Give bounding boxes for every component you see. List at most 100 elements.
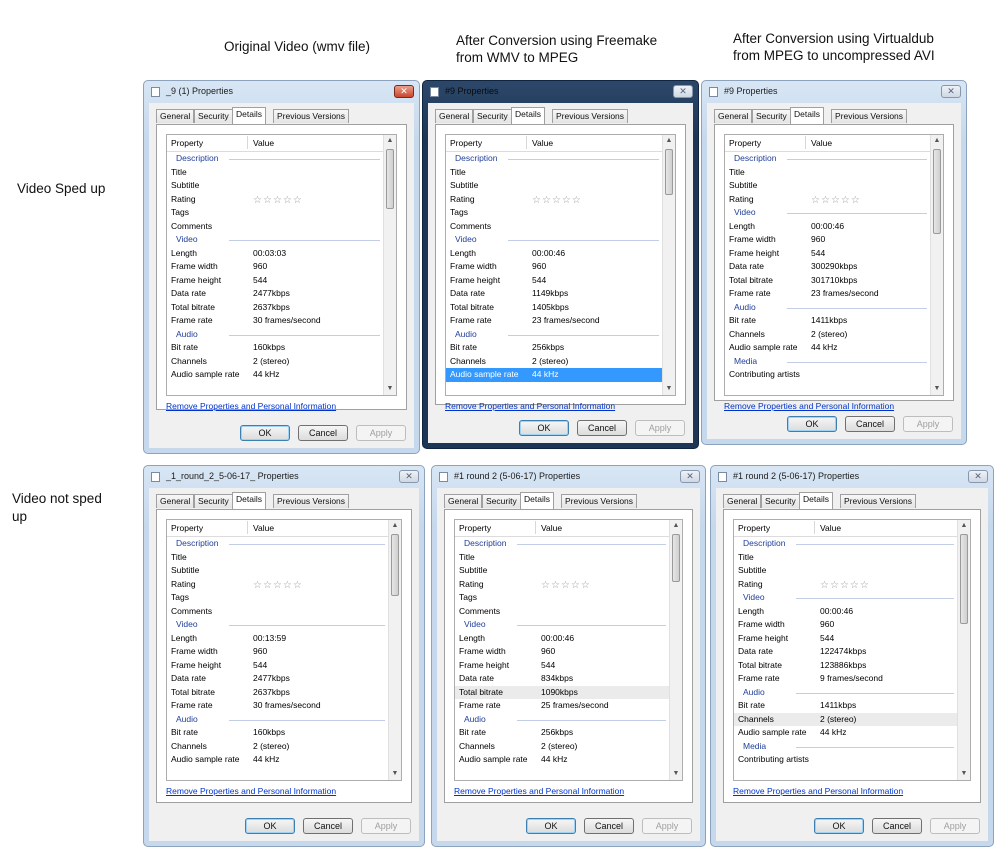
scroll-thumb[interactable] <box>960 534 968 624</box>
vertical-scrollbar[interactable]: ▲ ▼ <box>957 520 970 780</box>
property-row[interactable]: Bit rate 160kbps <box>167 341 384 355</box>
column-divider[interactable] <box>247 521 248 534</box>
tab-security[interactable]: Security <box>473 109 512 123</box>
column-header-property[interactable]: Property <box>729 138 761 148</box>
property-row[interactable]: Rating ☆☆☆☆☆ <box>734 578 958 592</box>
property-row[interactable]: Rating ☆☆☆☆☆ <box>446 193 663 207</box>
ok-button[interactable]: OK <box>245 818 295 834</box>
property-row[interactable]: Subtitle <box>167 564 389 578</box>
property-row[interactable]: Frame height 544 <box>455 659 670 673</box>
property-row[interactable]: Rating ☆☆☆☆☆ <box>167 193 384 207</box>
tab-security[interactable]: Security <box>761 494 800 508</box>
close-button[interactable]: ✕ <box>673 85 693 98</box>
property-row[interactable]: Frame width 960 <box>446 260 663 274</box>
property-row[interactable]: Tags <box>167 591 389 605</box>
scroll-thumb[interactable] <box>391 534 399 596</box>
cancel-button[interactable]: Cancel <box>845 416 895 432</box>
property-row[interactable]: Total bitrate 1090kbps <box>455 685 670 699</box>
column-header-property[interactable]: Property <box>450 138 482 148</box>
star-icon[interactable]: ☆ <box>293 195 302 206</box>
star-icon[interactable]: ☆ <box>571 580 580 591</box>
close-button[interactable]: ✕ <box>394 85 414 98</box>
star-icon[interactable]: ☆ <box>851 195 860 206</box>
scroll-down-icon[interactable]: ▼ <box>389 768 401 780</box>
scroll-thumb[interactable] <box>933 149 941 234</box>
star-icon[interactable]: ☆ <box>831 195 840 206</box>
column-header-property[interactable]: Property <box>738 523 770 533</box>
tab-security[interactable]: Security <box>752 109 791 123</box>
remove-properties-link[interactable]: Remove Properties and Personal Informati… <box>166 401 336 411</box>
rating-stars[interactable]: ☆☆☆☆☆ <box>532 194 582 208</box>
rating-stars[interactable]: ☆☆☆☆☆ <box>253 579 303 593</box>
star-icon[interactable]: ☆ <box>561 580 570 591</box>
remove-properties-link[interactable]: Remove Properties and Personal Informati… <box>454 786 624 796</box>
property-row[interactable]: Length 00:03:03 <box>167 247 384 261</box>
property-row[interactable]: Data rate 300290kbps <box>725 260 931 274</box>
property-row[interactable]: Data rate 122474kbps <box>734 645 958 659</box>
close-button[interactable]: ✕ <box>941 85 961 98</box>
column-header-value[interactable]: Value <box>253 138 274 148</box>
property-row[interactable]: Bit rate 1411kbps <box>734 699 958 713</box>
star-icon[interactable]: ☆ <box>850 580 859 591</box>
star-icon[interactable]: ☆ <box>283 195 292 206</box>
star-icon[interactable]: ☆ <box>552 195 561 206</box>
ok-button[interactable]: OK <box>814 818 864 834</box>
property-row[interactable]: Channels 2 (stereo) <box>167 355 384 369</box>
vertical-scrollbar[interactable]: ▲ ▼ <box>930 135 943 395</box>
star-icon[interactable]: ☆ <box>263 195 272 206</box>
property-row[interactable]: Contributing artists <box>725 368 931 382</box>
apply-button[interactable]: Apply <box>361 818 411 834</box>
property-row[interactable]: Bit rate 256kbps <box>446 341 663 355</box>
star-icon[interactable]: ☆ <box>860 580 869 591</box>
cancel-button[interactable]: Cancel <box>872 818 922 834</box>
star-icon[interactable]: ☆ <box>841 195 850 206</box>
tab-previous-versions[interactable]: Previous Versions <box>561 494 638 508</box>
tab-general[interactable]: General <box>723 494 762 508</box>
scroll-up-icon[interactable]: ▲ <box>958 520 970 532</box>
property-row[interactable]: Frame height 544 <box>725 247 931 261</box>
property-row[interactable]: Length 00:00:46 <box>455 632 670 646</box>
tab-previous-versions[interactable]: Previous Versions <box>831 109 908 123</box>
rating-stars[interactable]: ☆☆☆☆☆ <box>820 579 870 593</box>
property-row[interactable]: Audio sample rate 44 kHz <box>446 368 663 382</box>
column-divider[interactable] <box>805 136 806 149</box>
property-row[interactable]: Frame rate 30 frames/second <box>167 314 384 328</box>
remove-properties-link[interactable]: Remove Properties and Personal Informati… <box>724 401 894 411</box>
property-row[interactable]: Contributing artists <box>734 753 958 767</box>
tab-details[interactable]: Details <box>511 107 545 124</box>
property-row[interactable]: Total bitrate 2637kbps <box>167 301 384 315</box>
star-icon[interactable]: ☆ <box>532 195 541 206</box>
cancel-button[interactable]: Cancel <box>303 818 353 834</box>
property-row[interactable]: Length 00:00:46 <box>446 247 663 261</box>
tab-general[interactable]: General <box>444 494 483 508</box>
property-row[interactable]: Tags <box>455 591 670 605</box>
property-row[interactable]: Length 00:00:46 <box>725 220 931 234</box>
tab-security[interactable]: Security <box>194 494 233 508</box>
property-row[interactable]: Total bitrate 1405kbps <box>446 301 663 315</box>
tab-previous-versions[interactable]: Previous Versions <box>840 494 917 508</box>
property-row[interactable]: Frame height 544 <box>167 659 389 673</box>
property-row[interactable]: Tags <box>167 206 384 220</box>
ok-button[interactable]: OK <box>240 425 290 441</box>
column-header-property[interactable]: Property <box>171 138 203 148</box>
property-row[interactable]: Comments <box>167 220 384 234</box>
star-icon[interactable]: ☆ <box>551 580 560 591</box>
property-row[interactable]: Bit rate 160kbps <box>167 726 389 740</box>
close-button[interactable]: ✕ <box>968 470 988 483</box>
tab-details[interactable]: Details <box>232 107 266 124</box>
star-icon[interactable]: ☆ <box>273 195 282 206</box>
tab-details[interactable]: Details <box>232 492 266 509</box>
column-header-property[interactable]: Property <box>171 523 203 533</box>
scroll-down-icon[interactable]: ▼ <box>670 768 682 780</box>
property-row[interactable]: Length 00:13:59 <box>167 632 389 646</box>
cancel-button[interactable]: Cancel <box>577 420 627 436</box>
rating-stars[interactable]: ☆☆☆☆☆ <box>541 579 591 593</box>
vertical-scrollbar[interactable]: ▲ ▼ <box>662 135 675 395</box>
cancel-button[interactable]: Cancel <box>298 425 348 441</box>
scroll-up-icon[interactable]: ▲ <box>384 135 396 147</box>
tab-previous-versions[interactable]: Previous Versions <box>552 109 629 123</box>
property-row[interactable]: Frame rate 23 frames/second <box>446 314 663 328</box>
property-row[interactable]: Comments <box>455 605 670 619</box>
ok-button[interactable]: OK <box>519 420 569 436</box>
tab-general[interactable]: General <box>714 109 753 123</box>
